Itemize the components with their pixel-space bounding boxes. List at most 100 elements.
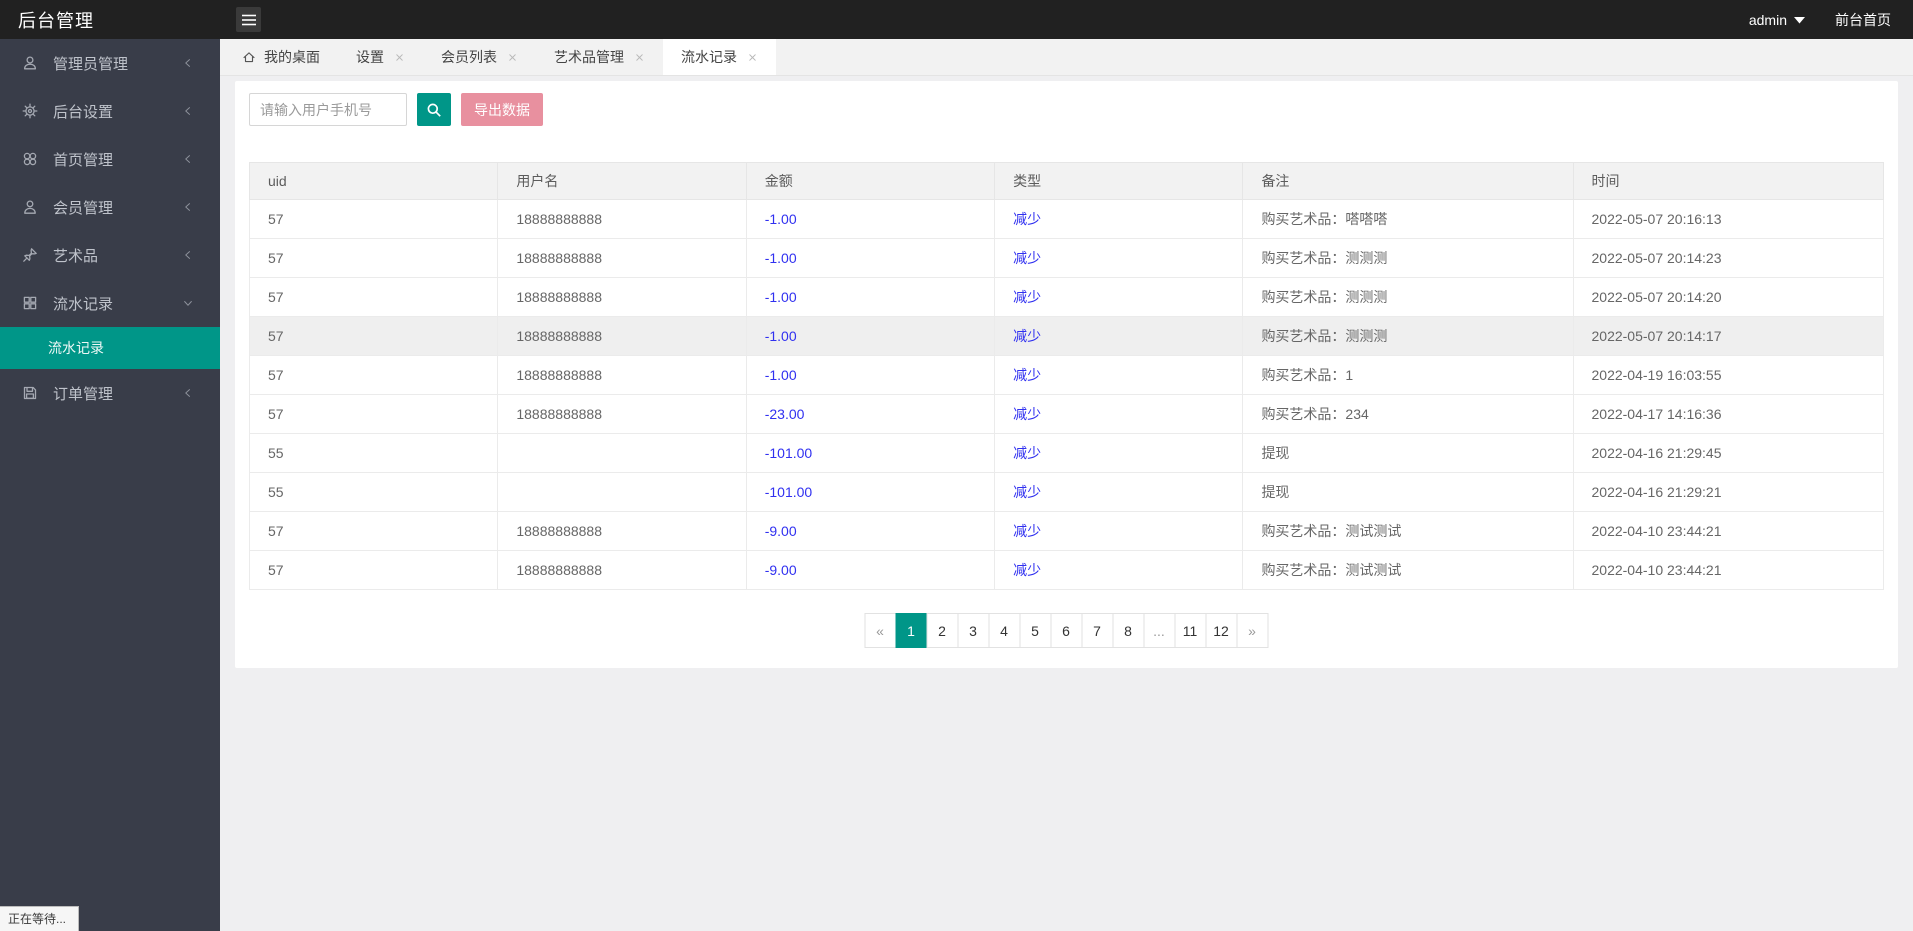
- amount-link[interactable]: -9.00: [765, 523, 797, 539]
- cell-time: 2022-05-07 20:14:20: [1573, 278, 1884, 317]
- caret-down-icon: [1794, 16, 1805, 24]
- cell-uid: 57: [250, 551, 498, 590]
- column-header: 金额: [746, 163, 994, 200]
- page-button-5[interactable]: 5: [1019, 613, 1051, 648]
- table-row: 5718888888888-1.00减少购买艺术品：测测测2022-05-07 …: [250, 278, 1884, 317]
- cell-time: 2022-04-16 21:29:45: [1573, 434, 1884, 473]
- sidebar-item-1[interactable]: 管理员管理: [0, 39, 220, 87]
- type-link[interactable]: 减少: [1013, 289, 1041, 305]
- home-icon: [242, 50, 256, 64]
- chevron-left-icon: [182, 387, 194, 399]
- export-data-button[interactable]: 导出数据: [461, 93, 543, 126]
- type-link[interactable]: 减少: [1013, 211, 1041, 227]
- cell-uid: 55: [250, 473, 498, 512]
- table-row: 5718888888888-1.00减少购买艺术品：测测测2022-05-07 …: [250, 239, 1884, 278]
- page-next-button[interactable]: »: [1236, 613, 1268, 648]
- type-link[interactable]: 减少: [1013, 562, 1041, 578]
- chevron-left-icon: [182, 105, 194, 117]
- page-prev-button[interactable]: «: [864, 613, 896, 648]
- amount-link[interactable]: -1.00: [765, 328, 797, 344]
- sidebar-item-label: 首页管理: [53, 149, 113, 170]
- amount-link[interactable]: -23.00: [765, 406, 805, 422]
- page-button-7[interactable]: 7: [1081, 613, 1113, 648]
- sidebar-item-4[interactable]: 会员管理: [0, 183, 220, 231]
- amount-link[interactable]: -1.00: [765, 367, 797, 383]
- sidebar-item-label: 会员管理: [53, 197, 113, 218]
- tab-2[interactable]: 设置: [338, 39, 423, 75]
- topbar: 后台管理 admin 前台首页: [0, 0, 1913, 39]
- cell-remark: 购买艺术品：嗒嗒嗒: [1243, 200, 1573, 239]
- gear-icon: [22, 102, 40, 120]
- grid-icon: [22, 294, 40, 312]
- cell-amount: -1.00: [746, 317, 994, 356]
- amount-link[interactable]: -1.00: [765, 289, 797, 305]
- tab-4[interactable]: 艺术品管理: [536, 39, 663, 75]
- search-input[interactable]: [249, 93, 407, 126]
- page-button-12[interactable]: 12: [1205, 613, 1237, 648]
- cell-type: 减少: [995, 278, 1243, 317]
- page-button-3[interactable]: 3: [957, 613, 989, 648]
- chevron-left-icon: [182, 249, 194, 261]
- cell-time: 2022-04-19 16:03:55: [1573, 356, 1884, 395]
- cell-remark: 购买艺术品：234: [1243, 395, 1573, 434]
- close-icon[interactable]: [394, 52, 405, 63]
- tab-label: 设置: [356, 47, 384, 67]
- amount-link[interactable]: -101.00: [765, 484, 812, 500]
- chevron-left-icon: [182, 153, 194, 165]
- type-link[interactable]: 减少: [1013, 523, 1041, 539]
- save-icon: [22, 384, 40, 402]
- sidebar-item-3[interactable]: 首页管理: [0, 135, 220, 183]
- page-button-6[interactable]: 6: [1050, 613, 1082, 648]
- sidebar-subitem-流水记录[interactable]: 流水记录: [0, 327, 220, 369]
- cell-type: 减少: [995, 434, 1243, 473]
- status-bar: 正在等待...: [0, 906, 79, 931]
- cell-time: 2022-05-07 20:14:23: [1573, 239, 1884, 278]
- page-button-1[interactable]: 1: [895, 613, 927, 648]
- table-row: 55-101.00减少提现2022-04-16 21:29:45: [250, 434, 1884, 473]
- records-table: uid用户名金额类型备注时间5718888888888-1.00减少购买艺术品：…: [249, 162, 1884, 590]
- close-icon[interactable]: [507, 52, 518, 63]
- close-icon[interactable]: [634, 52, 645, 63]
- cell-amount: -1.00: [746, 278, 994, 317]
- type-link[interactable]: 减少: [1013, 406, 1041, 422]
- amount-link[interactable]: -9.00: [765, 562, 797, 578]
- column-header: 时间: [1573, 163, 1884, 200]
- content-area: 导出数据 uid用户名金额类型备注时间5718888888888-1.00减少购…: [220, 76, 1913, 931]
- type-link[interactable]: 减少: [1013, 367, 1041, 383]
- tab-5[interactable]: 流水记录: [663, 39, 776, 75]
- sidebar-item-2[interactable]: 后台设置: [0, 87, 220, 135]
- cell-username: 18888888888: [498, 395, 746, 434]
- type-link[interactable]: 减少: [1013, 445, 1041, 461]
- tab-3[interactable]: 会员列表: [423, 39, 536, 75]
- hamburger-button[interactable]: [236, 7, 261, 32]
- sidebar-item-5[interactable]: 艺术品: [0, 231, 220, 279]
- amount-link[interactable]: -1.00: [765, 211, 797, 227]
- amount-link[interactable]: -1.00: [765, 250, 797, 266]
- table-row: 5718888888888-9.00减少购买艺术品：测试测试2022-04-10…: [250, 551, 1884, 590]
- user-menu[interactable]: admin: [1749, 12, 1805, 28]
- page-ellipsis: ...: [1143, 613, 1175, 648]
- sidebar-item-6[interactable]: 流水记录: [0, 279, 220, 327]
- type-link[interactable]: 减少: [1013, 484, 1041, 500]
- type-link[interactable]: 减少: [1013, 250, 1041, 266]
- sidebar-item-7[interactable]: 订单管理: [0, 369, 220, 417]
- table-row: 5718888888888-9.00减少购买艺术品：测试测试2022-04-10…: [250, 512, 1884, 551]
- frontend-home-link[interactable]: 前台首页: [1835, 10, 1891, 30]
- cell-uid: 57: [250, 200, 498, 239]
- cell-amount: -9.00: [746, 551, 994, 590]
- page-button-11[interactable]: 11: [1174, 613, 1206, 648]
- close-icon[interactable]: [747, 52, 758, 63]
- type-link[interactable]: 减少: [1013, 328, 1041, 344]
- cell-remark: 购买艺术品：测测测: [1243, 239, 1573, 278]
- cell-time: 2022-04-16 21:29:21: [1573, 473, 1884, 512]
- cell-amount: -1.00: [746, 239, 994, 278]
- page-button-8[interactable]: 8: [1112, 613, 1144, 648]
- page-button-4[interactable]: 4: [988, 613, 1020, 648]
- chevron-down-icon: [182, 297, 194, 309]
- page-button-2[interactable]: 2: [926, 613, 958, 648]
- sidebar-item-label: 订单管理: [53, 383, 113, 404]
- search-button[interactable]: [417, 93, 451, 126]
- cell-type: 减少: [995, 317, 1243, 356]
- tab-1[interactable]: 我的桌面: [224, 39, 338, 75]
- amount-link[interactable]: -101.00: [765, 445, 812, 461]
